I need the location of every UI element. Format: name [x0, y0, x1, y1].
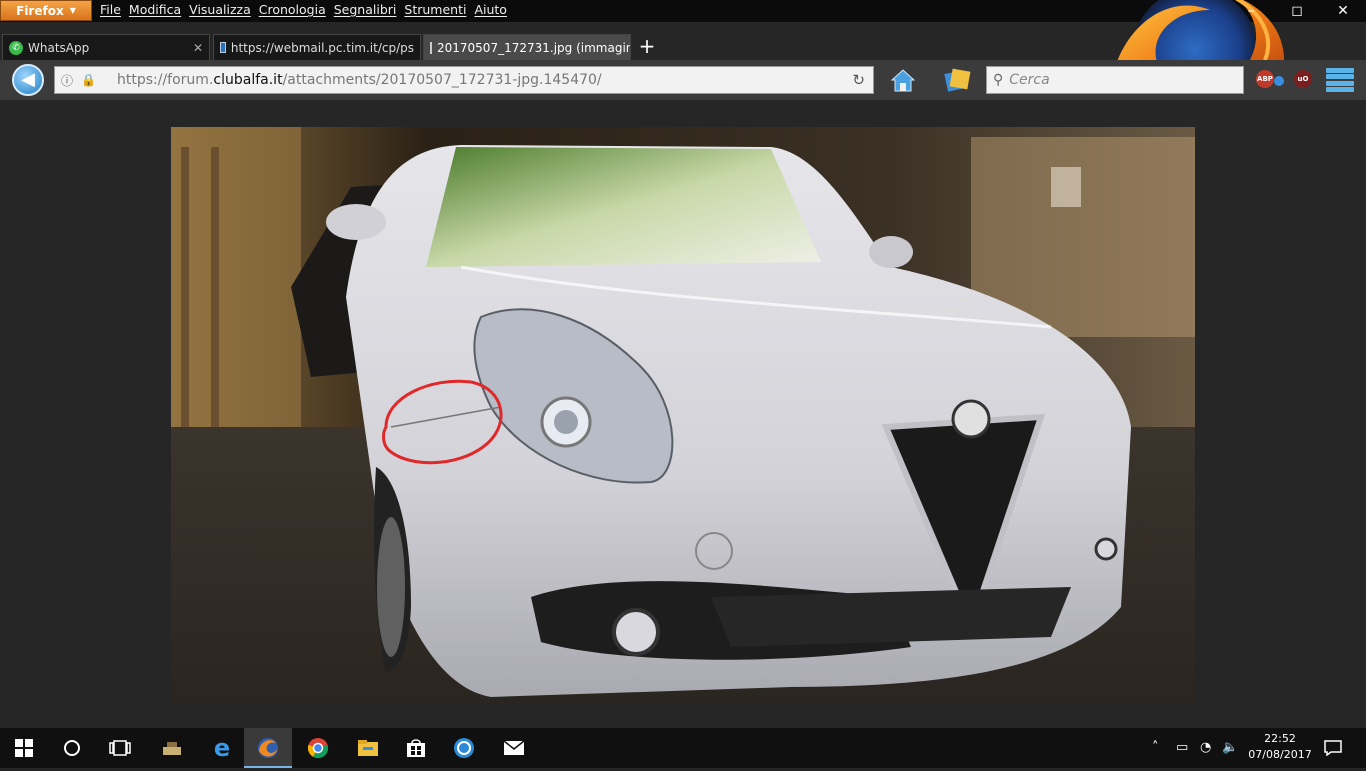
maximize-button[interactable]: ◻	[1274, 0, 1320, 22]
extension-badge-icon	[1274, 76, 1284, 86]
minimize-button[interactable]: –	[1228, 0, 1274, 22]
store-icon[interactable]	[392, 728, 440, 768]
bookmarks-icon[interactable]	[942, 66, 972, 94]
firefox-menu-button[interactable]: Firefox ▼	[0, 0, 92, 21]
clock-date: 07/08/2017	[1248, 748, 1312, 761]
tab-whatsapp[interactable]: ✆ WhatsApp ✕	[2, 34, 210, 60]
search-placeholder: Cerca	[1009, 72, 1050, 88]
system-clock[interactable]: 22:52 07/08/2017	[1248, 731, 1312, 763]
chevron-down-icon: ▼	[69, 6, 76, 15]
menu-bar: File Modifica Visualizza Cronologia Segn…	[96, 0, 511, 22]
home-icon[interactable]	[888, 66, 918, 94]
ublock-origin-icon[interactable]: uO	[1294, 70, 1312, 88]
navigation-bar: ◀ ⓘ 🔒 https://forum.clubalfa.it/attachme…	[0, 60, 1366, 100]
url-prefix: https://forum.	[117, 72, 214, 88]
tab-bar: ✆ WhatsApp ✕ https://webmail.pc.tim.it/c…	[0, 32, 1366, 60]
firefox-menu-label: Firefox	[16, 3, 64, 18]
cortana-icon[interactable]	[48, 728, 96, 768]
file-explorer-icon[interactable]	[344, 728, 392, 768]
tab-image[interactable]: 20170507_172731.jpg (immagin ✕	[423, 34, 631, 60]
url-domain: clubalfa.it	[213, 72, 283, 88]
adblock-label: ABP	[1257, 75, 1273, 83]
adblock-plus-icon[interactable]: ABP	[1256, 70, 1274, 88]
menu-modifica[interactable]: Modifica	[125, 0, 185, 22]
mail-app-icon[interactable]	[490, 728, 538, 768]
url-text: https://forum.clubalfa.it/attachments/20…	[117, 72, 602, 88]
menu-cronologia[interactable]: Cronologia	[255, 0, 330, 22]
battery-icon[interactable]: ▭	[1176, 728, 1188, 768]
cubes-app-icon[interactable]	[148, 728, 196, 768]
ublock-label: uO	[1297, 75, 1309, 83]
menu-visualizza[interactable]: Visualizza	[185, 0, 255, 22]
chrome-icon[interactable]	[294, 728, 342, 768]
search-bar[interactable]: ⚲ Cerca	[986, 66, 1244, 94]
back-button[interactable]: ◀	[12, 64, 44, 96]
hamburger-menu-icon[interactable]	[1326, 68, 1354, 92]
url-bar[interactable]: ⓘ 🔒 https://forum.clubalfa.it/attachment…	[54, 66, 874, 94]
action-center-icon[interactable]	[1324, 728, 1342, 768]
tab-label: 20170507_172731.jpg (immagin	[437, 40, 631, 55]
task-view-icon[interactable]	[96, 728, 144, 768]
menu-file[interactable]: File	[96, 0, 125, 22]
info-icon[interactable]: ⓘ	[61, 72, 77, 89]
whatsapp-icon: ✆	[9, 40, 23, 55]
close-window-button[interactable]: ✕	[1320, 0, 1366, 22]
displayed-image	[171, 127, 1195, 703]
reload-icon[interactable]: ↻	[852, 71, 865, 89]
menu-strumenti[interactable]: Strumenti	[400, 0, 470, 22]
new-tab-button[interactable]: +	[634, 34, 660, 58]
close-icon[interactable]: ✕	[193, 41, 203, 55]
firefox-icon[interactable]	[244, 728, 292, 768]
search-icon: ⚲	[993, 72, 1004, 88]
clock-time: 22:52	[1264, 732, 1296, 745]
edge-icon[interactable]: e	[198, 728, 246, 768]
lock-icon[interactable]: 🔒	[81, 73, 97, 87]
mail-icon	[220, 42, 226, 53]
windows-start-icon[interactable]	[0, 728, 48, 768]
shield-app-icon[interactable]	[440, 728, 488, 768]
back-arrow-icon: ◀	[21, 69, 35, 90]
menu-segnalibri[interactable]: Segnalibri	[330, 0, 401, 22]
volume-icon[interactable]: 🔈	[1222, 728, 1238, 768]
url-suffix: /attachments/20170507_172731-jpg.145470/	[282, 72, 602, 88]
tab-label: https://webmail.pc.tim.it/cp/ps	[230, 40, 414, 55]
menu-aiuto[interactable]: Aiuto	[470, 0, 511, 22]
tab-label: WhatsApp	[28, 40, 90, 55]
wifi-icon[interactable]: ◔	[1200, 728, 1211, 768]
taskbar: e ˄ ▭ ◔ 🔈 22:52 07/08/2017	[0, 728, 1366, 768]
chevron-up-icon[interactable]: ˄	[1152, 728, 1159, 768]
tab-webmail[interactable]: https://webmail.pc.tim.it/cp/ps	[213, 34, 421, 60]
image-icon	[430, 41, 432, 54]
